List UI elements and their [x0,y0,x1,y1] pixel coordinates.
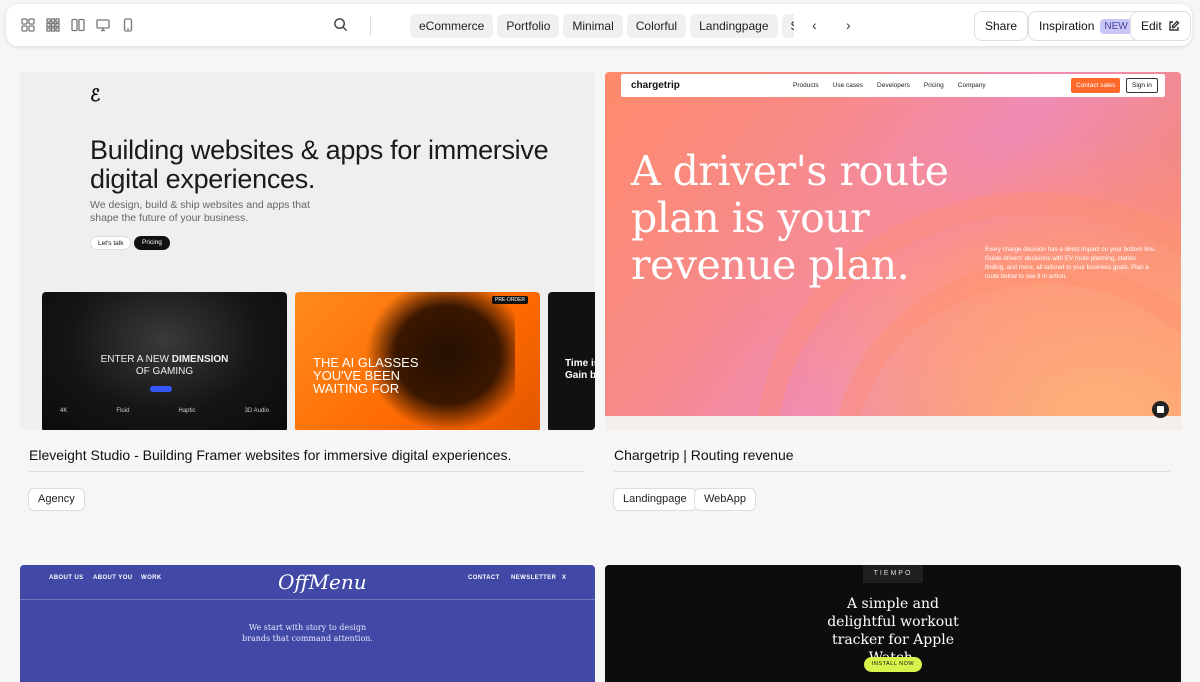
thumb-navbar: chargetrip Products Use cases Developers… [621,74,1165,97]
thumb-nav-about-us: ABOUT US [49,575,84,581]
share-button[interactable]: Share [974,11,1029,41]
card-title-eleveight[interactable]: Eleveight Studio - Building Framer websi… [29,447,511,463]
thumb-install-button: INSTALL NOW [864,657,922,672]
card-thumbnail-chargetrip[interactable]: chargetrip Products Use cases Developers… [605,72,1181,430]
tiempo-logo: TIEMPO [863,565,923,583]
thumb-headline: A driver's route plan is your revenue pl… [631,147,949,289]
thumb-nav-newsletter: NEWSLETTER [511,575,557,581]
grid-large-icon[interactable] [20,18,35,33]
thumb-contact-sales-button: Contact sales [1071,78,1121,93]
thumb-mini-gaming: ENTER A NEW DIMENSION OF GAMING 4K Fluid… [42,292,287,430]
category-chip-colorful[interactable]: Colorful [626,14,687,38]
top-toolbar: eCommerce Portfolio Minimal Colorful Lan… [6,4,1192,46]
card-divider [29,471,584,472]
category-chip-landingpage[interactable]: Landingpage [690,14,778,38]
tag-webapp[interactable]: WebApp [694,488,756,511]
eleveight-logo: ℰ [90,86,101,106]
edit-button[interactable]: Edit [1130,11,1191,41]
mobile-icon[interactable] [120,18,135,33]
mini-ai-glasses-title: THE AI GLASSES YOU'VE BEEN WAITING FOR [313,355,419,396]
tag-agency[interactable]: Agency [28,488,85,511]
offmenu-logo: OffMenu [278,570,367,594]
inspiration-button[interactable]: Inspiration NEW [1028,11,1143,41]
category-chip-startup[interactable]: Startup [781,14,794,38]
thumb-headline: Building websites & apps for immersive d… [90,135,549,194]
columns-icon[interactable] [70,18,85,33]
thumb-nav-contact: CONTACT [468,575,500,581]
card-divider [614,471,1170,472]
new-badge: NEW [1100,18,1132,34]
view-mode-switcher [20,18,135,33]
mini-third-title: Time is Gain b [565,358,595,381]
thumb-nav-divider [20,599,595,600]
mini-gaming-stats: 4K Fluid Haptic 3D Audio [60,408,269,414]
share-label: Share [985,19,1018,33]
category-chip-ecommerce[interactable]: eCommerce [410,14,494,38]
chat-icon [1152,401,1169,418]
mini-gaming-pill [150,386,172,392]
thumb-pricing-button: Pricing [134,236,170,250]
toolbar-divider [370,16,371,36]
grid-small-icon[interactable] [45,18,60,33]
edit-icon [1168,20,1180,32]
tag-landingpage[interactable]: Landingpage [613,488,697,511]
thumb-lets-talk-button: Let's talk [90,236,132,250]
thumb-tagline: We start with story to design brands tha… [242,623,373,643]
chargetrip-logo: chargetrip [631,80,680,91]
thumb-mini-ai-glasses: PRE-ORDER THE AI GLASSES YOU'VE BEEN WAI… [295,292,540,430]
card-thumbnail-tiempo[interactable]: TIEMPO A simple and delightful workout t… [605,565,1181,682]
thumb-nav-work: WORK [141,575,162,581]
search-icon[interactable] [333,17,349,33]
thumb-mini-third: Time is Gain b [548,292,595,430]
category-chip-portfolio[interactable]: Portfolio [497,14,560,38]
inspiration-label: Inspiration [1039,19,1095,33]
thumb-subtext: We design, build & ship websites and app… [90,199,310,224]
card-title-chargetrip[interactable]: Chargetrip | Routing revenue [614,447,794,463]
mini-ai-glasses-badge: PRE-ORDER [491,296,528,304]
category-chips: eCommerce Portfolio Minimal Colorful Lan… [410,14,794,38]
chevron-left-icon[interactable]: ‹ [812,18,817,32]
thumb-nav-x: X [562,575,567,581]
thumb-body-text: Every charge decision has a direct impac… [985,246,1156,280]
desktop-icon[interactable] [95,18,110,33]
thumb-sign-in-button: Sign in [1126,78,1158,93]
chevron-right-icon[interactable]: › [846,18,851,32]
card-thumbnail-eleveight[interactable]: ℰ Building websites & apps for immersive… [20,72,595,430]
thumb-nav-links: Products Use cases Developers Pricing Co… [793,82,986,89]
edit-label: Edit [1141,19,1162,33]
mini-gaming-title: ENTER A NEW DIMENSION OF GAMING [100,354,229,377]
card-thumbnail-offmenu[interactable]: ABOUT US ABOUT YOU WORK OffMenu CONTACT … [20,565,595,682]
category-chip-minimal[interactable]: Minimal [563,14,623,38]
thumb-nav-about-you: ABOUT YOU [93,575,133,581]
thumb-bottom-strip [605,416,1181,430]
